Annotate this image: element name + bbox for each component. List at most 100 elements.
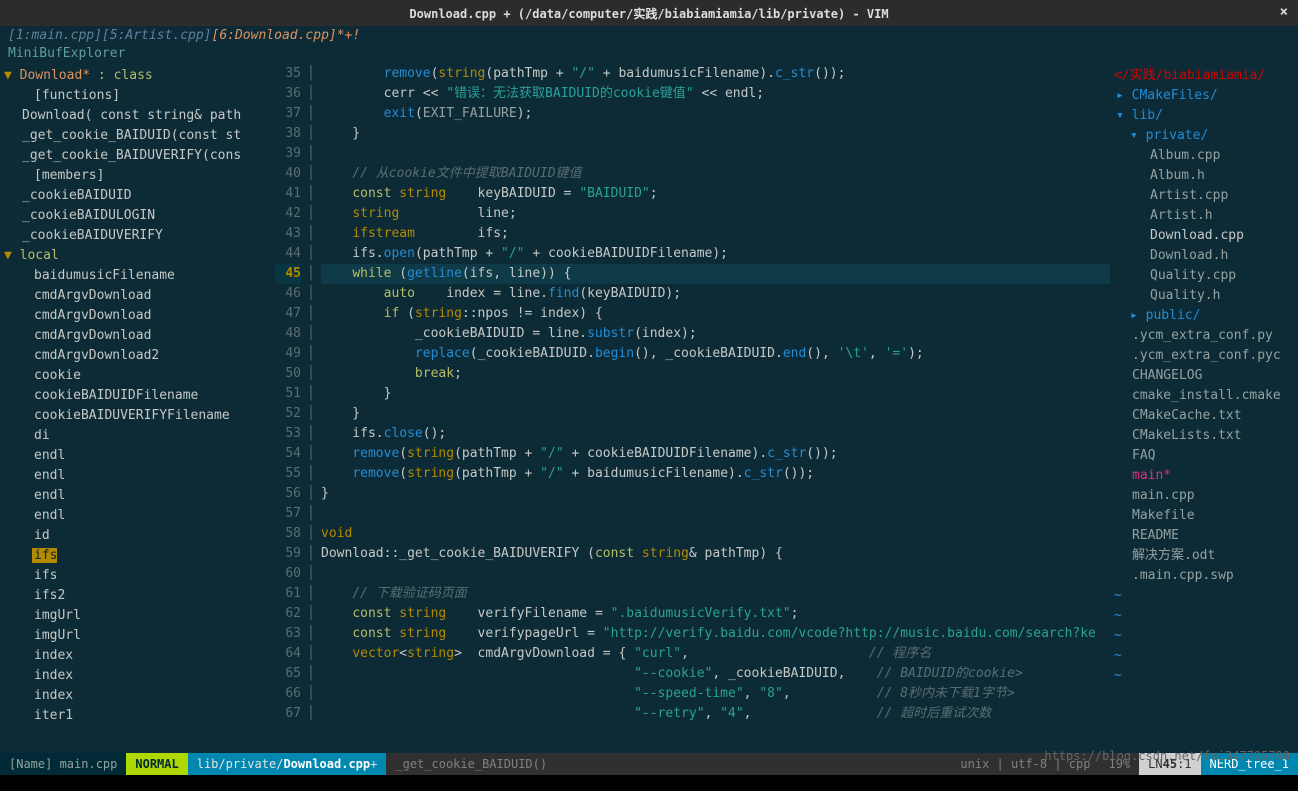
tag-variable[interactable]: ifs xyxy=(32,548,57,563)
code-line[interactable]: } xyxy=(321,484,1110,504)
code-line[interactable]: // 下载验证码页面 xyxy=(321,584,1110,604)
code-line[interactable]: remove(string(pathTmp + "/" + cookieBAID… xyxy=(321,444,1110,464)
tag-function: Download( const string& path xyxy=(4,106,271,126)
tree-file[interactable]: Album.cpp xyxy=(1114,146,1294,166)
fold-icon[interactable]: ▼ xyxy=(4,248,20,263)
code-line[interactable]: ifs.open(pathTmp + "/" + cookieBAIDUIDFi… xyxy=(321,244,1110,264)
code-line[interactable]: ifs.close(); xyxy=(321,424,1110,444)
tree-file[interactable]: README xyxy=(1114,526,1294,546)
tree-file[interactable]: main.cpp xyxy=(1114,486,1294,506)
tag-variable[interactable]: endl xyxy=(4,446,271,466)
tag-variable[interactable]: index xyxy=(4,646,271,666)
tag-variable[interactable]: cookieBAIDUVERIFYFilename xyxy=(4,406,271,426)
code-line[interactable]: "--cookie", _cookieBAIDUID, // BAIDUID的c… xyxy=(321,664,1110,684)
code-line[interactable]: auto index = line.find(keyBAIDUID); xyxy=(321,284,1110,304)
tag-variable[interactable]: cmdArgvDownload xyxy=(4,326,271,346)
code-line[interactable]: ifstream ifs; xyxy=(321,224,1110,244)
tilde-line: ~ xyxy=(1114,646,1294,666)
tag-variable[interactable]: di xyxy=(4,426,271,446)
tree-file[interactable]: cmake_install.cmake xyxy=(1114,386,1294,406)
tag-variable[interactable]: cmdArgvDownload2 xyxy=(4,346,271,366)
code-line[interactable]: string line; xyxy=(321,204,1110,224)
minibuf-explorer: MiniBufExplorer xyxy=(0,46,1298,64)
tree-file[interactable]: Quality.h xyxy=(1114,286,1294,306)
tree-file[interactable]: .ycm_extra_conf.py xyxy=(1114,326,1294,346)
tag-variable[interactable]: ifs xyxy=(4,566,271,586)
code-line[interactable]: break; xyxy=(321,364,1110,384)
code-line[interactable]: const string verifypageUrl = "http://ver… xyxy=(321,624,1110,644)
code-line[interactable]: exit(EXIT_FAILURE); xyxy=(321,104,1110,124)
tree-file[interactable]: Quality.cpp xyxy=(1114,266,1294,286)
tree-file[interactable]: CMakeCache.txt xyxy=(1114,406,1294,426)
tag-variable[interactable]: index xyxy=(4,686,271,706)
section-local[interactable]: local xyxy=(20,248,59,263)
tag-variable[interactable]: cmdArgvDownload xyxy=(4,286,271,306)
fold-column: │││││││││││││││││││││││││││││││││ xyxy=(307,64,321,753)
tab-download[interactable]: [6:Download.cpp]*+! xyxy=(212,28,361,43)
close-icon[interactable]: × xyxy=(1280,4,1288,20)
tree-root[interactable]: </实践/biabiamiamia/ xyxy=(1114,66,1294,86)
tree-file[interactable]: Artist.h xyxy=(1114,206,1294,226)
section-members[interactable]: [members] xyxy=(4,166,271,186)
tree-file[interactable]: Download.cpp xyxy=(1114,226,1294,246)
code-line[interactable]: if (string::npos != index) { xyxy=(321,304,1110,324)
code-line[interactable]: _cookieBAIDUID = line.substr(index); xyxy=(321,324,1110,344)
code-line[interactable]: Download::_get_cookie_BAIDUVERIFY (const… xyxy=(321,544,1110,564)
code-line[interactable]: } xyxy=(321,124,1110,144)
tree-file[interactable]: Artist.cpp xyxy=(1114,186,1294,206)
tag-variable[interactable]: cookie xyxy=(4,366,271,386)
tag-variable[interactable]: endl xyxy=(4,486,271,506)
tab-main[interactable]: [1:main.cpp] xyxy=(8,28,102,43)
tag-variable[interactable]: ifs2 xyxy=(4,586,271,606)
tree-dir: ▸ CMakeFiles/ xyxy=(1114,86,1294,106)
tree-dir: ▾ lib/ xyxy=(1114,106,1294,126)
tree-file[interactable]: main* xyxy=(1114,466,1294,486)
class-name[interactable]: Download* xyxy=(20,68,90,83)
tag-variable[interactable]: index xyxy=(4,666,271,686)
section-functions[interactable]: [functions] xyxy=(4,86,271,106)
tag-variable[interactable]: endl xyxy=(4,506,271,526)
code-line[interactable] xyxy=(321,504,1110,524)
tag-variable[interactable]: endl xyxy=(4,466,271,486)
tree-file[interactable]: CHANGELOG xyxy=(1114,366,1294,386)
tag-variable[interactable]: id xyxy=(4,526,271,546)
watermark: https://blog.csdn.net/fei347795790 xyxy=(1044,749,1290,763)
code-line[interactable]: void xyxy=(321,524,1110,544)
code-line[interactable]: const string keyBAIDUID = "BAIDUID"; xyxy=(321,184,1110,204)
code-line[interactable]: const string verifyFilename = ".baidumus… xyxy=(321,604,1110,624)
code-line[interactable]: vector<string> cmdArgvDownload = { "curl… xyxy=(321,644,1110,664)
tree-file[interactable]: .main.cpp.swp xyxy=(1114,566,1294,586)
tree-file[interactable]: .ycm_extra_conf.pyc xyxy=(1114,346,1294,366)
tree-file[interactable]: Download.h xyxy=(1114,246,1294,266)
status-filepath: lib/private/Download.cpp + xyxy=(188,753,387,775)
code-line[interactable]: "--speed-time", "8", // 8秒内未下载1字节> xyxy=(321,684,1110,704)
tag-variable[interactable]: cookieBAIDUIDFilename xyxy=(4,386,271,406)
tag-variable[interactable]: cmdArgvDownload xyxy=(4,306,271,326)
tree-file[interactable]: 解决方案.odt xyxy=(1114,546,1294,566)
code-line[interactable]: while (getline(ifs, line)) { xyxy=(321,264,1110,284)
tree-file[interactable]: CMakeLists.txt xyxy=(1114,426,1294,446)
tag-variable[interactable]: imgUrl xyxy=(4,626,271,646)
tree-file[interactable]: FAQ xyxy=(1114,446,1294,466)
tab-artist[interactable]: [5:Artist.cpp] xyxy=(102,28,212,43)
code-line[interactable]: } xyxy=(321,384,1110,404)
code-area[interactable]: remove(string(pathTmp + "/" + baidumusic… xyxy=(321,64,1110,753)
code-line[interactable]: replace(_cookieBAIDUID.begin(), _cookieB… xyxy=(321,344,1110,364)
code-line[interactable] xyxy=(321,564,1110,584)
tagbar-panel[interactable]: ▼ Download* : class [functions] Download… xyxy=(0,64,275,753)
code-line[interactable]: remove(string(pathTmp + "/" + baidumusic… xyxy=(321,464,1110,484)
fold-icon[interactable]: ▼ xyxy=(4,68,20,83)
tag-variable[interactable]: baidumusicFilename xyxy=(4,266,271,286)
code-line[interactable] xyxy=(321,144,1110,164)
tag-variable[interactable]: iter1 xyxy=(4,706,271,726)
code-line[interactable]: remove(string(pathTmp + "/" + baidumusic… xyxy=(321,64,1110,84)
tree-file[interactable]: Makefile xyxy=(1114,506,1294,526)
nerdtree-panel[interactable]: </实践/biabiamiamia/ ▸ CMakeFiles/ ▾ lib/ … xyxy=(1110,64,1298,753)
code-editor[interactable]: 3536373839404142434445464748495051525354… xyxy=(275,64,1110,753)
code-line[interactable]: cerr << "错误：无法获取BAIDUID的cookie键值" << end… xyxy=(321,84,1110,104)
tree-file[interactable]: Album.h xyxy=(1114,166,1294,186)
code-line[interactable]: // 从cookie文件中提取BAIDUID键值 xyxy=(321,164,1110,184)
code-line[interactable]: } xyxy=(321,404,1110,424)
code-line[interactable]: "--retry", "4", // 超时后重试次数 xyxy=(321,704,1110,724)
tag-variable[interactable]: imgUrl xyxy=(4,606,271,626)
